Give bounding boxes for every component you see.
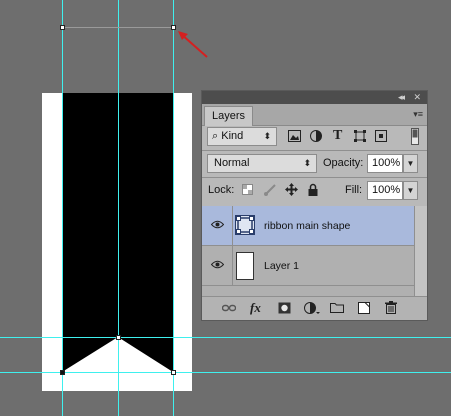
visibility-eye-icon[interactable] bbox=[210, 220, 225, 232]
tab-layers[interactable]: Layers bbox=[204, 106, 254, 126]
shape-layer-thumbnail-icon bbox=[235, 215, 255, 235]
layer-row-layer-1[interactable]: Layer 1 bbox=[202, 246, 414, 286]
anchor-point-notch[interactable] bbox=[116, 335, 121, 340]
opacity-dropdown-button[interactable]: ▼ bbox=[403, 154, 418, 173]
filter-shape-icon[interactable] bbox=[354, 130, 366, 142]
layer-row-ribbon-main-shape[interactable]: ribbon main shape bbox=[202, 206, 414, 246]
guide-horizontal-bottom[interactable] bbox=[0, 372, 451, 373]
layer-name[interactable]: Layer 1 bbox=[264, 246, 299, 286]
path-segment[interactable] bbox=[62, 27, 173, 28]
filter-adjustment-icon[interactable] bbox=[310, 130, 322, 142]
lock-position-icon[interactable] bbox=[285, 183, 298, 196]
panel-menu-icon[interactable]: ▾≡ bbox=[413, 109, 423, 120]
guide-horizontal-top[interactable] bbox=[0, 337, 451, 338]
new-layer-icon[interactable] bbox=[358, 302, 370, 314]
lock-all-icon[interactable] bbox=[308, 183, 318, 196]
opacity-input[interactable]: 100% bbox=[367, 154, 403, 173]
layers-bottom-toolbar: fx bbox=[202, 296, 427, 320]
guide-vertical-left[interactable] bbox=[62, 0, 63, 416]
fill-dropdown-button[interactable]: ▼ bbox=[403, 181, 418, 200]
blend-mode-select[interactable]: Normal ⬍ bbox=[207, 154, 317, 173]
adjustment-icon[interactable] bbox=[304, 302, 320, 315]
filter-type-icon[interactable]: T bbox=[333, 128, 342, 144]
select-arrow-icon: ⬍ bbox=[303, 158, 311, 168]
filter-pixel-icon[interactable] bbox=[288, 130, 301, 142]
layer-thumbnail bbox=[236, 252, 254, 280]
guide-vertical-center[interactable] bbox=[118, 0, 119, 416]
lock-row: Lock: Fill: 100% ▼ bbox=[202, 180, 427, 204]
path-anchor-left[interactable] bbox=[60, 25, 65, 30]
fill-input[interactable]: 100% bbox=[367, 181, 403, 200]
layers-scrollbar[interactable] bbox=[414, 206, 427, 301]
filter-kind-select[interactable]: ⌕ Kind ⬍ bbox=[207, 127, 277, 146]
panel-tab-bar: Layers ▾≡ bbox=[202, 104, 427, 126]
filter-row: ⌕ Kind ⬍ T bbox=[202, 126, 427, 150]
select-arrow-icon: ⬍ bbox=[263, 131, 271, 141]
trash-icon[interactable] bbox=[385, 301, 397, 314]
guide-vertical-right[interactable] bbox=[173, 0, 174, 416]
filter-kind-value: Kind bbox=[221, 130, 244, 142]
layers-panel: ◂◂ ✕ Layers ▾≡ ⌕ Kind ⬍ T Normal ⬍ Opaci… bbox=[201, 90, 428, 321]
layer-name[interactable]: ribbon main shape bbox=[264, 206, 350, 246]
filter-smart-object-icon[interactable] bbox=[375, 130, 387, 142]
filter-toggle-switch[interactable] bbox=[411, 128, 419, 145]
mask-icon[interactable] bbox=[278, 302, 291, 314]
blend-row: Normal ⬍ Opacity: 100% ▼ bbox=[202, 153, 427, 177]
anchor-point-bottom-right[interactable] bbox=[171, 370, 176, 375]
search-icon: ⌕ bbox=[212, 130, 219, 142]
anchor-point-bottom-left[interactable] bbox=[60, 370, 65, 375]
collapse-icon[interactable]: ◂◂ bbox=[398, 91, 405, 104]
group-folder-icon[interactable] bbox=[330, 302, 344, 313]
panel-title-bar[interactable]: ◂◂ ✕ bbox=[202, 91, 427, 104]
blend-mode-value: Normal bbox=[214, 157, 250, 169]
fx-icon[interactable]: fx bbox=[250, 300, 261, 316]
layers-list: ribbon main shape Layer 1 bbox=[202, 206, 414, 301]
annotation-arrow-icon bbox=[178, 31, 208, 58]
link-icon[interactable] bbox=[222, 303, 236, 313]
fill-label: Fill: bbox=[345, 184, 363, 196]
lock-transparent-pixels-icon[interactable] bbox=[242, 184, 253, 195]
close-icon[interactable]: ✕ bbox=[413, 91, 421, 104]
lock-label: Lock: bbox=[208, 184, 235, 196]
visibility-eye-icon[interactable] bbox=[210, 260, 225, 272]
opacity-label: Opacity: bbox=[323, 157, 364, 169]
lock-image-pixels-icon[interactable] bbox=[263, 183, 276, 196]
